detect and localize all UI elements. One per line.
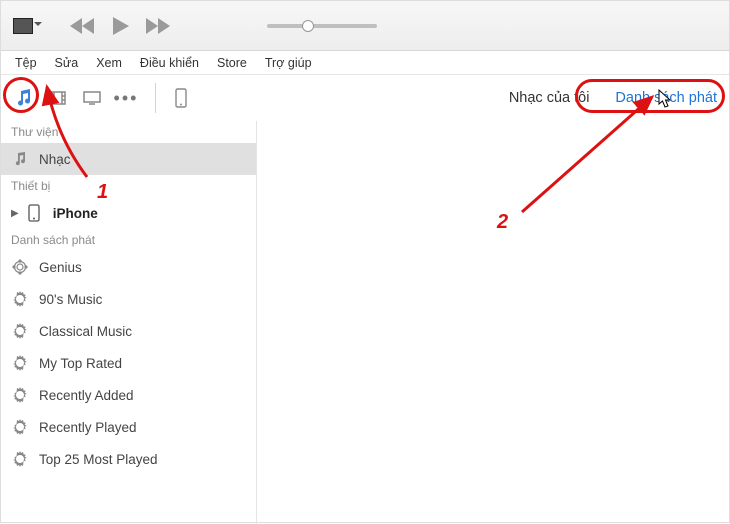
ellipsis-icon: ••• [114, 88, 139, 109]
movies-library-button[interactable] [43, 83, 73, 113]
genius-icon [11, 258, 29, 276]
sidebar-item-label: Recently Played [39, 420, 137, 435]
volume-slider[interactable] [267, 24, 377, 28]
device-button[interactable] [166, 83, 196, 113]
window-menu-button[interactable] [13, 18, 33, 34]
next-track-button[interactable] [143, 17, 171, 35]
sidebar-item-genius[interactable]: Genius [1, 251, 256, 283]
sidebar-item-label: My Top Rated [39, 356, 122, 371]
sidebar-item-label: Top 25 Most Played [39, 452, 158, 467]
menu-edit[interactable]: Sửa [47, 54, 87, 72]
sidebar-item-playlist[interactable]: Classical Music [1, 315, 256, 347]
tab-my-music[interactable]: Nhạc của tôi [505, 86, 594, 110]
sidebar-item-playlist[interactable]: My Top Rated [1, 347, 256, 379]
toolbar: ••• Nhạc của tôi Danh sách phát [1, 75, 729, 121]
sidebar-header-devices: Thiết bị [1, 175, 256, 197]
sidebar-header-playlists: Danh sách phát [1, 229, 256, 251]
menu-view[interactable]: Xem [88, 54, 130, 72]
sidebar-item-label: Recently Added [39, 388, 134, 403]
sidebar-item-playlist[interactable]: Recently Added [1, 379, 256, 411]
play-button[interactable] [109, 15, 131, 37]
toolbar-divider [155, 83, 156, 113]
gear-icon [11, 354, 29, 372]
sidebar-item-playlist[interactable]: 90's Music [1, 283, 256, 315]
content-area: 1 2 [257, 121, 729, 524]
sidebar: Thư viện Nhạc Thiết bị ▶ iPhone Danh sác… [1, 121, 257, 524]
sidebar-item-label: 90's Music [39, 292, 102, 307]
main-area: Thư viện Nhạc Thiết bị ▶ iPhone Danh sác… [1, 121, 729, 524]
content-tabs: Nhạc của tôi Danh sách phát [505, 86, 721, 110]
phone-icon [25, 204, 43, 222]
gear-icon [11, 322, 29, 340]
menu-bar: Tệp Sửa Xem Điều khiển Store Trợ giúp [1, 51, 729, 75]
previous-track-button[interactable] [69, 17, 97, 35]
sidebar-item-label: Nhạc [39, 152, 71, 167]
menu-controls[interactable]: Điều khiển [132, 54, 207, 72]
annotation-label-2: 2 [497, 211, 508, 234]
more-library-button[interactable]: ••• [111, 83, 141, 113]
annotation-label-1: 1 [97, 181, 108, 204]
sidebar-item-label: Classical Music [39, 324, 132, 339]
music-note-icon [11, 150, 29, 168]
gear-icon [11, 386, 29, 404]
tv-library-button[interactable] [77, 83, 107, 113]
gear-icon [11, 450, 29, 468]
music-library-button[interactable] [9, 83, 39, 113]
menu-help[interactable]: Trợ giúp [257, 54, 320, 72]
disclosure-triangle-icon[interactable]: ▶ [11, 208, 19, 219]
sidebar-item-music[interactable]: Nhạc [1, 143, 256, 175]
gear-icon [11, 418, 29, 436]
sidebar-item-playlist[interactable]: Recently Played [1, 411, 256, 443]
sidebar-item-label: iPhone [53, 206, 98, 221]
sidebar-item-device[interactable]: ▶ iPhone [1, 197, 256, 229]
playback-bar [1, 1, 729, 51]
tab-playlists[interactable]: Danh sách phát [611, 86, 721, 110]
menu-file[interactable]: Tệp [7, 54, 45, 72]
sidebar-item-playlist[interactable]: Top 25 Most Played [1, 443, 256, 475]
gear-icon [11, 290, 29, 308]
sidebar-header-library: Thư viện [1, 121, 256, 143]
sidebar-item-label: Genius [39, 260, 82, 275]
menu-store[interactable]: Store [209, 54, 255, 72]
